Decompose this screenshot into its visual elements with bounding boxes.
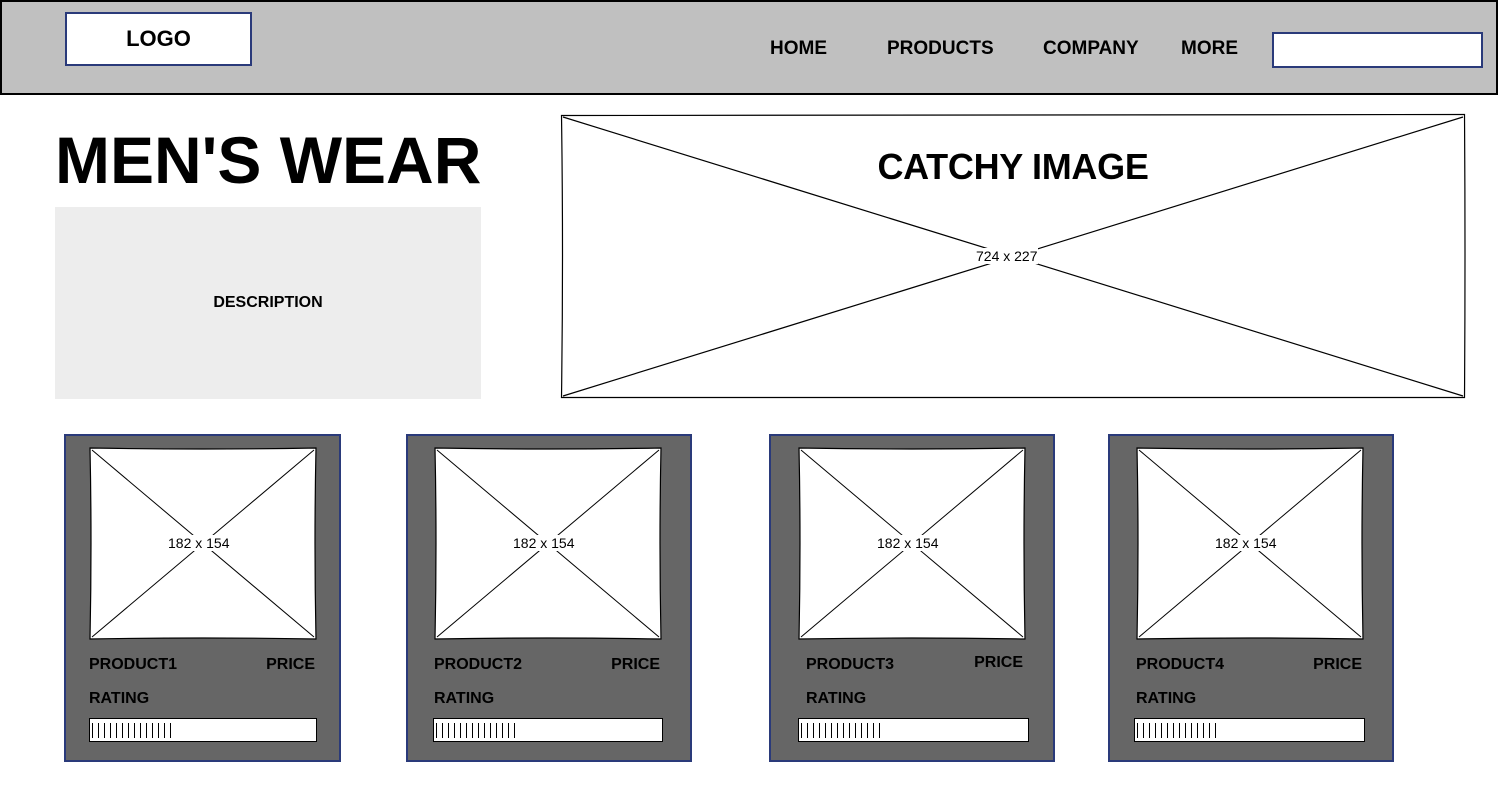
nav-company[interactable]: COMPANY — [1043, 38, 1139, 60]
product-image-placeholder: 182 x 154 — [1136, 447, 1364, 640]
hero-title: CATCHY IMAGE — [877, 146, 1149, 187]
rating-bar — [1134, 718, 1365, 742]
product-rating-label: RATING — [806, 690, 867, 707]
logo[interactable]: LOGO — [65, 12, 252, 66]
product-card[interactable]: 182 x 154 PRODUCT2 PRICE RATING — [406, 434, 692, 762]
rating-bar — [89, 718, 317, 742]
rating-bar — [433, 718, 663, 742]
header-bar: LOGO HOME PRODUCTS COMPANY MORE — [0, 0, 1498, 95]
product-name[interactable]: PRODUCT1 — [89, 656, 177, 674]
product-card[interactable]: 182 x 154 PRODUCT3 PRICE RATING — [769, 434, 1055, 762]
product-image-dimensions: 182 x 154 — [513, 535, 575, 551]
rating-bar — [798, 718, 1029, 742]
product-price-label: PRICE — [611, 656, 660, 673]
product-image-dimensions: 182 x 154 — [168, 535, 230, 551]
hero-image-placeholder: CATCHY IMAGE 724 x 227 — [560, 113, 1466, 399]
page-title: MEN'S WEAR — [55, 123, 482, 197]
rating-bar-ticks — [92, 723, 172, 738]
product-rating-label: RATING — [434, 690, 495, 707]
product-name[interactable]: PRODUCT4 — [1136, 656, 1224, 674]
description-box: DESCRIPTION — [55, 207, 481, 399]
product-card[interactable]: 182 x 154 PRODUCT1 PRICE RATING — [64, 434, 341, 762]
product-price-label: PRICE — [266, 656, 315, 673]
search-input[interactable] — [1272, 32, 1483, 68]
product-image-placeholder: 182 x 154 — [434, 447, 662, 640]
product-image-dimensions: 182 x 154 — [877, 535, 939, 551]
product-name[interactable]: PRODUCT3 — [806, 656, 894, 674]
hero-dimensions-label: 724 x 227 — [976, 248, 1038, 264]
rating-bar-ticks — [801, 723, 881, 738]
nav-more[interactable]: MORE — [1181, 38, 1238, 60]
nav-home[interactable]: HOME — [770, 38, 827, 60]
product-image-placeholder: 182 x 154 — [89, 447, 317, 640]
product-rating-label: RATING — [89, 690, 150, 707]
nav-products[interactable]: PRODUCTS — [887, 38, 994, 60]
description-label: DESCRIPTION — [213, 294, 323, 311]
product-image-dimensions: 182 x 154 — [1215, 535, 1277, 551]
product-card[interactable]: 182 x 154 PRODUCT4 PRICE RATING — [1108, 434, 1394, 762]
product-name[interactable]: PRODUCT2 — [434, 656, 522, 674]
product-price-label: PRICE — [1313, 656, 1362, 673]
product-rating-label: RATING — [1136, 690, 1197, 707]
product-price-label: PRICE — [974, 654, 1023, 671]
product-image-placeholder: 182 x 154 — [798, 447, 1026, 640]
rating-bar-ticks — [436, 723, 516, 738]
rating-bar-ticks — [1137, 723, 1217, 738]
